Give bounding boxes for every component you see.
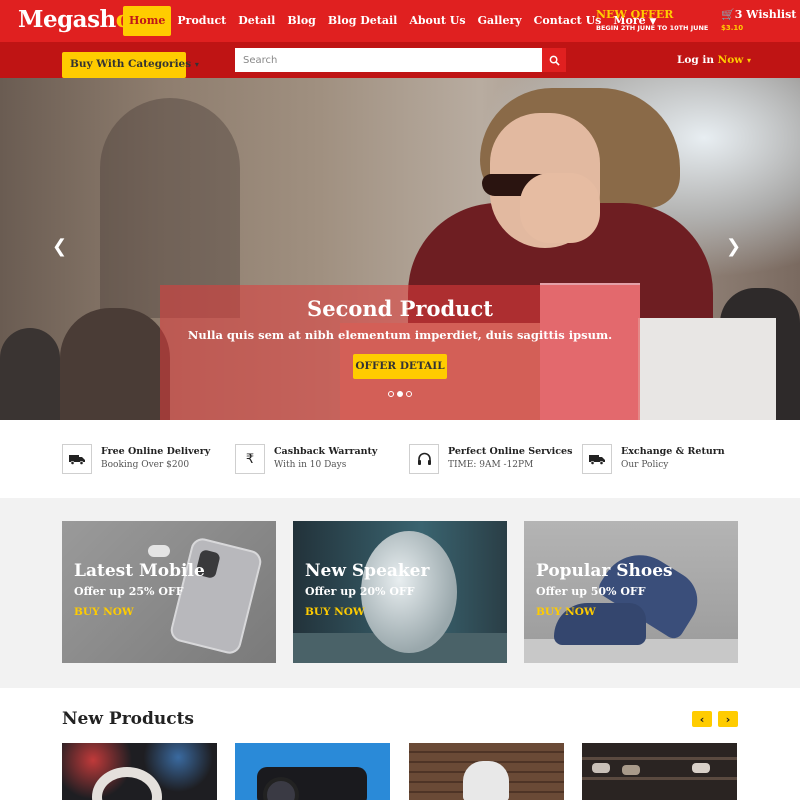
shoe-on-shelf: [692, 763, 710, 773]
buy-now-link[interactable]: BUY NOW: [74, 606, 134, 618]
product-card[interactable]: [409, 743, 564, 800]
nav-item-product[interactable]: Product: [171, 6, 232, 36]
earbuds-image: [148, 545, 170, 557]
caret-down-icon: ▾: [194, 59, 199, 69]
shoe-on-shelf: [622, 765, 640, 775]
feature-subtitle: With in 10 Days: [274, 460, 347, 470]
hero-bg-person: [0, 328, 60, 420]
nav-item-about-us[interactable]: About Us: [403, 6, 471, 36]
shelf-line: [582, 757, 737, 760]
rupee-icon: ₹: [235, 444, 265, 474]
shoe-on-shelf: [592, 763, 610, 773]
hero-slider: Second Product Nulla quis sem at nibh el…: [0, 78, 800, 420]
search-bar-row: Buy With Categories ▾ Log in Now ▾: [0, 42, 800, 78]
logo-text: Megash: [18, 6, 116, 33]
wishlist-price: $3.10: [721, 24, 744, 32]
category-button-label: Buy With Categories: [70, 58, 192, 70]
nav-item-detail[interactable]: Detail: [232, 6, 281, 36]
feature-subtitle: TIME: 9AM -12PM: [448, 460, 534, 470]
promo-title: Popular Shoes: [536, 561, 673, 581]
new-offer-banner[interactable]: NEW OFFER BEGIN 2TH JUNE TO 10TH JUNE: [596, 8, 708, 32]
promo-offer: Offer up 20% OFF: [305, 585, 415, 598]
product-card[interactable]: [582, 743, 737, 800]
chevron-right-icon: ›: [725, 712, 731, 726]
wishlist-label: 3 Wishlist: [734, 8, 797, 21]
feature-title: Cashback Warranty: [274, 446, 378, 457]
shelf-line: [582, 777, 737, 780]
promo-latest-mobile[interactable]: Latest Mobile Offer up 25% OFF BUY NOW: [62, 521, 276, 663]
nav-item-blog[interactable]: Blog: [281, 6, 322, 36]
slider-prev-arrow-icon[interactable]: ❮: [52, 236, 67, 257]
search-input[interactable]: [235, 48, 542, 72]
truck-icon: [62, 444, 92, 474]
offer-dates: BEGIN 2TH JUNE TO 10TH JUNE: [596, 24, 709, 32]
features-strip: Free Online Delivery Booking Over $200 ₹…: [0, 420, 800, 498]
promo-offer: Offer up 25% OFF: [74, 585, 184, 598]
feature-subtitle: Our Policy: [621, 460, 669, 470]
nav-item-gallery[interactable]: Gallery: [472, 6, 528, 36]
slider-dot-2[interactable]: [397, 391, 403, 397]
new-products-title: New Products: [62, 709, 195, 729]
shopping-bag: [638, 318, 776, 420]
truck-icon: [582, 444, 612, 474]
products-next-button[interactable]: ›: [718, 711, 738, 727]
feature-title: Exchange & Return: [621, 446, 725, 457]
product-card[interactable]: [62, 743, 217, 800]
nav-item-blog-detail[interactable]: Blog Detail: [322, 6, 403, 36]
chair-image: [463, 761, 509, 800]
buy-with-categories-button[interactable]: Buy With Categories ▾: [62, 52, 199, 78]
offer-title: NEW OFFER: [596, 8, 674, 21]
promo-title: Latest Mobile: [74, 561, 205, 581]
slider-dot-1[interactable]: [388, 391, 394, 397]
hero-subtitle: Nulla quis sem at nibh elementum imperdi…: [187, 328, 613, 342]
buy-now-link[interactable]: BUY NOW: [305, 606, 365, 618]
main-nav: Home Product Detail Blog Blog Detail Abo…: [123, 6, 662, 36]
promo-banners: Latest Mobile Offer up 25% OFF BUY NOW N…: [0, 498, 800, 688]
login-link[interactable]: Log in Now ▾: [677, 54, 751, 66]
buy-now-link[interactable]: BUY NOW: [536, 606, 596, 618]
promo-title: New Speaker: [305, 561, 430, 581]
chevron-left-icon: ‹: [699, 712, 705, 726]
search-icon: [549, 55, 560, 66]
feature-subtitle: Booking Over $200: [101, 460, 190, 470]
feature-title: Perfect Online Services: [448, 446, 573, 457]
headphones-icon: [409, 444, 439, 474]
hero-woman-hands: [520, 173, 600, 243]
hero-bg-person: [60, 308, 170, 420]
hero-title: Second Product: [307, 296, 493, 321]
slider-next-arrow-icon[interactable]: ❯: [726, 236, 741, 257]
cart-icon: 🛒: [721, 8, 735, 21]
wishlist-link[interactable]: 🛒3 Wishlist $3.10: [721, 8, 796, 32]
search-button[interactable]: [542, 48, 566, 72]
promo-offer: Offer up 50% OFF: [536, 585, 646, 598]
login-text: Log in: [677, 54, 715, 66]
nav-item-home[interactable]: Home: [123, 6, 172, 36]
slider-dot-3[interactable]: [406, 391, 412, 397]
offer-detail-button[interactable]: OFFER DETAIL: [353, 354, 447, 379]
product-card[interactable]: [235, 743, 390, 800]
top-navbar: Megashop Home Product Detail Blog Blog D…: [0, 0, 800, 42]
caret-down-icon: ▾: [746, 55, 751, 65]
feature-title: Free Online Delivery: [101, 446, 211, 457]
login-accent: Now: [717, 54, 744, 66]
promo-new-speaker[interactable]: New Speaker Offer up 20% OFF BUY NOW: [293, 521, 507, 663]
promo-popular-shoes[interactable]: Popular Shoes Offer up 50% OFF BUY NOW: [524, 521, 738, 663]
products-prev-button[interactable]: ‹: [692, 711, 712, 727]
slider-dots: [388, 391, 412, 397]
